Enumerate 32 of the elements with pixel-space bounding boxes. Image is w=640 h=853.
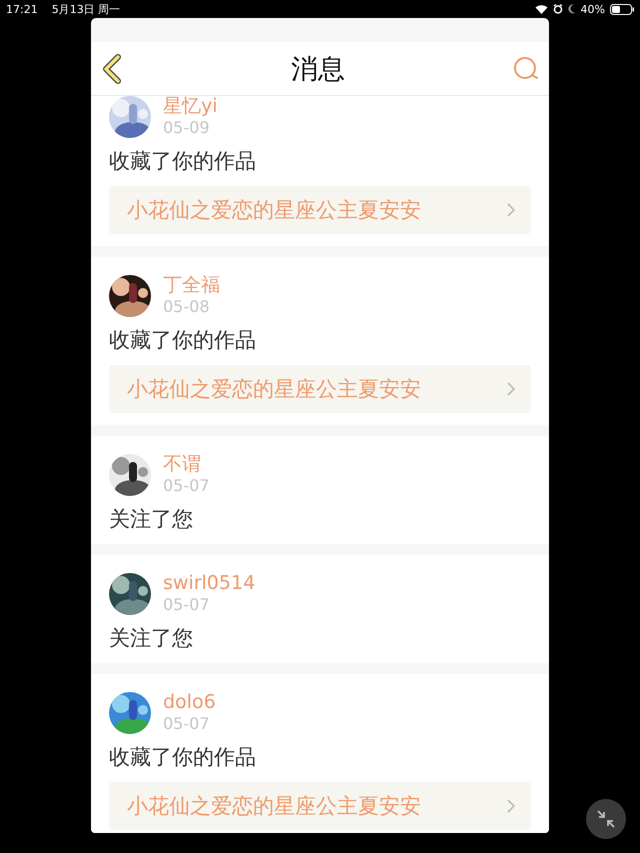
wifi-icon bbox=[534, 4, 548, 14]
chevron-right-icon bbox=[507, 799, 515, 813]
work-link[interactable]: 小花仙之爱恋的星座公主夏安安 bbox=[109, 782, 531, 830]
back-icon[interactable] bbox=[101, 54, 123, 84]
user-name[interactable]: 星忆yi bbox=[163, 96, 218, 118]
collapse-icon bbox=[596, 809, 616, 829]
chevron-right-icon bbox=[507, 203, 515, 217]
battery-icon bbox=[610, 4, 634, 14]
status-time: 17:21 bbox=[6, 2, 38, 16]
minimize-button[interactable] bbox=[586, 799, 626, 839]
message-date: 05-08 bbox=[163, 297, 210, 317]
message-text: 收藏了你的作品 bbox=[109, 327, 257, 353]
work-link[interactable]: 小花仙之爱恋的星座公主夏安安 bbox=[109, 186, 531, 234]
page-title: 消息 bbox=[291, 52, 345, 86]
user-name[interactable]: dolo6 bbox=[163, 691, 216, 714]
status-date: 5月13日 周一 bbox=[52, 2, 120, 16]
user-name[interactable]: swirl0514 bbox=[163, 572, 256, 595]
message-date: 05-07 bbox=[163, 476, 210, 496]
user-name[interactable]: 丁全福 bbox=[163, 274, 220, 297]
user-name[interactable]: 不谓 bbox=[163, 453, 210, 476]
battery-percent: 40% bbox=[580, 2, 605, 16]
chevron-right-icon bbox=[507, 382, 515, 396]
message-date: 05-09 bbox=[163, 118, 210, 138]
message-text: 关注了您 bbox=[109, 506, 194, 532]
message-text: 收藏了你的作品 bbox=[109, 148, 257, 174]
message-text: 关注了您 bbox=[109, 625, 194, 651]
message-date: 05-07 bbox=[163, 595, 210, 615]
message-text: 收藏了你的作品 bbox=[109, 744, 257, 770]
moon-icon bbox=[568, 4, 576, 14]
alarm-icon bbox=[552, 4, 563, 14]
message-date: 05-07 bbox=[163, 714, 210, 734]
work-link[interactable]: 小花仙之爱恋的星座公主夏安安 bbox=[109, 365, 531, 413]
